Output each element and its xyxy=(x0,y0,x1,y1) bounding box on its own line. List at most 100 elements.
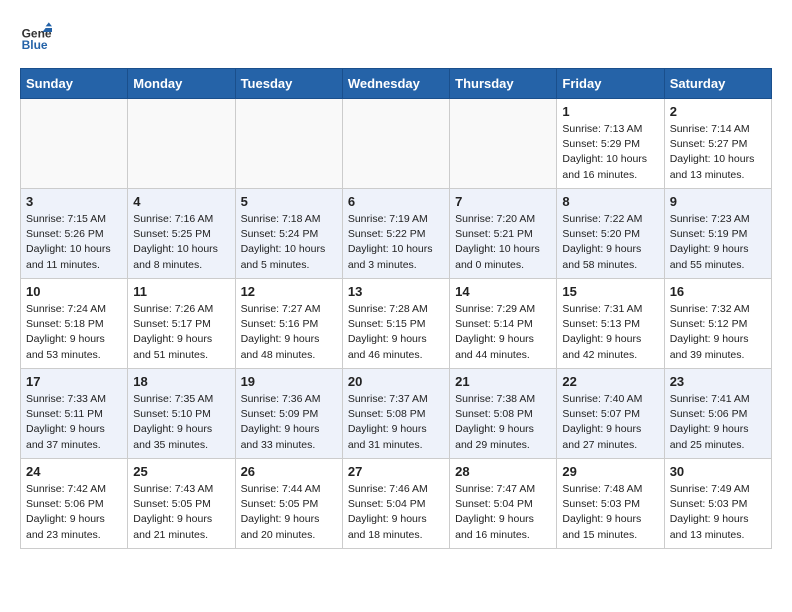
calendar-cell: 7 Sunrise: 7:20 AMSunset: 5:21 PMDaylight… xyxy=(450,189,557,279)
calendar-cell: 29 Sunrise: 7:48 AMSunset: 5:03 PMDayligh… xyxy=(557,459,664,549)
day-info: Sunrise: 7:37 AMSunset: 5:08 PMDaylight:… xyxy=(348,392,444,453)
day-number: 6 xyxy=(348,194,444,209)
day-number: 18 xyxy=(133,374,229,389)
day-info: Sunrise: 7:13 AMSunset: 5:29 PMDaylight:… xyxy=(562,122,658,183)
calendar-week-row: 1Sunrise: 7:13 AMSunset: 5:29 PMDaylight… xyxy=(21,99,772,189)
day-number: 25 xyxy=(133,464,229,479)
day-number: 21 xyxy=(455,374,551,389)
day-number: 17 xyxy=(26,374,122,389)
calendar-cell: 19 Sunrise: 7:36 AMSunset: 5:09 PMDayligh… xyxy=(235,369,342,459)
day-number: 8 xyxy=(562,194,658,209)
day-info: Sunrise: 7:24 AMSunset: 5:18 PMDaylight:… xyxy=(26,302,122,363)
day-info: Sunrise: 7:40 AMSunset: 5:07 PMDaylight:… xyxy=(562,392,658,453)
day-info: Sunrise: 7:14 AMSunset: 5:27 PMDaylight:… xyxy=(670,122,766,183)
day-info: Sunrise: 7:49 AMSunset: 5:03 PMDaylight:… xyxy=(670,482,766,543)
calendar-cell: 1Sunrise: 7:13 AMSunset: 5:29 PMDaylight… xyxy=(557,99,664,189)
calendar-cell: 27Sunrise: 7:46 AMSunset: 5:04 PMDayligh… xyxy=(342,459,449,549)
day-info: Sunrise: 7:23 AMSunset: 5:19 PMDaylight:… xyxy=(670,212,766,273)
day-number: 28 xyxy=(455,464,551,479)
day-info: Sunrise: 7:22 AMSunset: 5:20 PMDaylight:… xyxy=(562,212,658,273)
day-number: 13 xyxy=(348,284,444,299)
day-number: 16 xyxy=(670,284,766,299)
day-number: 27 xyxy=(348,464,444,479)
calendar-cell xyxy=(450,99,557,189)
day-info: Sunrise: 7:42 AMSunset: 5:06 PMDaylight:… xyxy=(26,482,122,543)
calendar-cell: 28 Sunrise: 7:47 AMSunset: 5:04 PMDayligh… xyxy=(450,459,557,549)
calendar-cell: 24 Sunrise: 7:42 AMSunset: 5:06 PMDayligh… xyxy=(21,459,128,549)
day-info: Sunrise: 7:31 AMSunset: 5:13 PMDaylight:… xyxy=(562,302,658,363)
day-info: Sunrise: 7:18 AMSunset: 5:24 PMDaylight:… xyxy=(241,212,337,273)
day-number: 22 xyxy=(562,374,658,389)
day-number: 19 xyxy=(241,374,337,389)
weekday-header-monday: Monday xyxy=(128,69,235,99)
calendar-cell: 30 Sunrise: 7:49 AMSunset: 5:03 PMDayligh… xyxy=(664,459,771,549)
calendar-cell: 14Sunrise: 7:29 AMSunset: 5:14 PMDayligh… xyxy=(450,279,557,369)
calendar-cell: 15 Sunrise: 7:31 AMSunset: 5:13 PMDayligh… xyxy=(557,279,664,369)
calendar-week-row: 17Sunrise: 7:33 AMSunset: 5:11 PMDayligh… xyxy=(21,369,772,459)
day-number: 30 xyxy=(670,464,766,479)
day-number: 20 xyxy=(348,374,444,389)
calendar-cell: 2 Sunrise: 7:14 AMSunset: 5:27 PMDaylight… xyxy=(664,99,771,189)
calendar-cell: 5 Sunrise: 7:18 AMSunset: 5:24 PMDaylight… xyxy=(235,189,342,279)
calendar-cell: 6 Sunrise: 7:19 AMSunset: 5:22 PMDaylight… xyxy=(342,189,449,279)
logo: General Blue xyxy=(20,20,56,52)
calendar-table: SundayMondayTuesdayWednesdayThursdayFrid… xyxy=(20,68,772,549)
svg-text:Blue: Blue xyxy=(22,38,48,52)
calendar-cell: 17Sunrise: 7:33 AMSunset: 5:11 PMDayligh… xyxy=(21,369,128,459)
day-number: 7 xyxy=(455,194,551,209)
day-number: 2 xyxy=(670,104,766,119)
day-number: 12 xyxy=(241,284,337,299)
day-info: Sunrise: 7:15 AMSunset: 5:26 PMDaylight:… xyxy=(26,212,122,273)
weekday-header-wednesday: Wednesday xyxy=(342,69,449,99)
day-info: Sunrise: 7:43 AMSunset: 5:05 PMDaylight:… xyxy=(133,482,229,543)
day-info: Sunrise: 7:27 AMSunset: 5:16 PMDaylight:… xyxy=(241,302,337,363)
day-info: Sunrise: 7:41 AMSunset: 5:06 PMDaylight:… xyxy=(670,392,766,453)
calendar-week-row: 3 Sunrise: 7:15 AMSunset: 5:26 PMDaylight… xyxy=(21,189,772,279)
day-number: 4 xyxy=(133,194,229,209)
day-number: 11 xyxy=(133,284,229,299)
calendar-cell: 25 Sunrise: 7:43 AMSunset: 5:05 PMDayligh… xyxy=(128,459,235,549)
calendar-cell: 9 Sunrise: 7:23 AMSunset: 5:19 PMDaylight… xyxy=(664,189,771,279)
calendar-cell xyxy=(128,99,235,189)
day-number: 15 xyxy=(562,284,658,299)
calendar-cell: 23 Sunrise: 7:41 AMSunset: 5:06 PMDayligh… xyxy=(664,369,771,459)
day-info: Sunrise: 7:26 AMSunset: 5:17 PMDaylight:… xyxy=(133,302,229,363)
day-info: Sunrise: 7:38 AMSunset: 5:08 PMDaylight:… xyxy=(455,392,551,453)
day-number: 9 xyxy=(670,194,766,209)
day-info: Sunrise: 7:47 AMSunset: 5:04 PMDaylight:… xyxy=(455,482,551,543)
calendar-cell: 4 Sunrise: 7:16 AMSunset: 5:25 PMDaylight… xyxy=(128,189,235,279)
calendar-week-row: 10Sunrise: 7:24 AMSunset: 5:18 PMDayligh… xyxy=(21,279,772,369)
day-number: 23 xyxy=(670,374,766,389)
day-info: Sunrise: 7:48 AMSunset: 5:03 PMDaylight:… xyxy=(562,482,658,543)
calendar-cell: 21 Sunrise: 7:38 AMSunset: 5:08 PMDayligh… xyxy=(450,369,557,459)
day-info: Sunrise: 7:36 AMSunset: 5:09 PMDaylight:… xyxy=(241,392,337,453)
day-number: 26 xyxy=(241,464,337,479)
weekday-header-friday: Friday xyxy=(557,69,664,99)
day-info: Sunrise: 7:28 AMSunset: 5:15 PMDaylight:… xyxy=(348,302,444,363)
day-info: Sunrise: 7:29 AMSunset: 5:14 PMDaylight:… xyxy=(455,302,551,363)
day-info: Sunrise: 7:32 AMSunset: 5:12 PMDaylight:… xyxy=(670,302,766,363)
day-number: 29 xyxy=(562,464,658,479)
page-header: General Blue xyxy=(20,20,772,52)
day-info: Sunrise: 7:20 AMSunset: 5:21 PMDaylight:… xyxy=(455,212,551,273)
calendar-cell xyxy=(342,99,449,189)
calendar-cell: 8 Sunrise: 7:22 AMSunset: 5:20 PMDaylight… xyxy=(557,189,664,279)
weekday-header-tuesday: Tuesday xyxy=(235,69,342,99)
day-info: Sunrise: 7:44 AMSunset: 5:05 PMDaylight:… xyxy=(241,482,337,543)
day-number: 5 xyxy=(241,194,337,209)
day-number: 24 xyxy=(26,464,122,479)
calendar-cell: 26 Sunrise: 7:44 AMSunset: 5:05 PMDayligh… xyxy=(235,459,342,549)
day-info: Sunrise: 7:19 AMSunset: 5:22 PMDaylight:… xyxy=(348,212,444,273)
calendar-cell: 10Sunrise: 7:24 AMSunset: 5:18 PMDayligh… xyxy=(21,279,128,369)
calendar-cell: 16 Sunrise: 7:32 AMSunset: 5:12 PMDayligh… xyxy=(664,279,771,369)
day-number: 3 xyxy=(26,194,122,209)
weekday-header-sunday: Sunday xyxy=(21,69,128,99)
day-info: Sunrise: 7:16 AMSunset: 5:25 PMDaylight:… xyxy=(133,212,229,273)
calendar-cell xyxy=(21,99,128,189)
calendar-week-row: 24 Sunrise: 7:42 AMSunset: 5:06 PMDayligh… xyxy=(21,459,772,549)
calendar-cell: 13 Sunrise: 7:28 AMSunset: 5:15 PMDayligh… xyxy=(342,279,449,369)
calendar-cell: 22 Sunrise: 7:40 AMSunset: 5:07 PMDayligh… xyxy=(557,369,664,459)
calendar-cell: 20 Sunrise: 7:37 AMSunset: 5:08 PMDayligh… xyxy=(342,369,449,459)
logo-icon: General Blue xyxy=(20,20,52,52)
calendar-cell xyxy=(235,99,342,189)
